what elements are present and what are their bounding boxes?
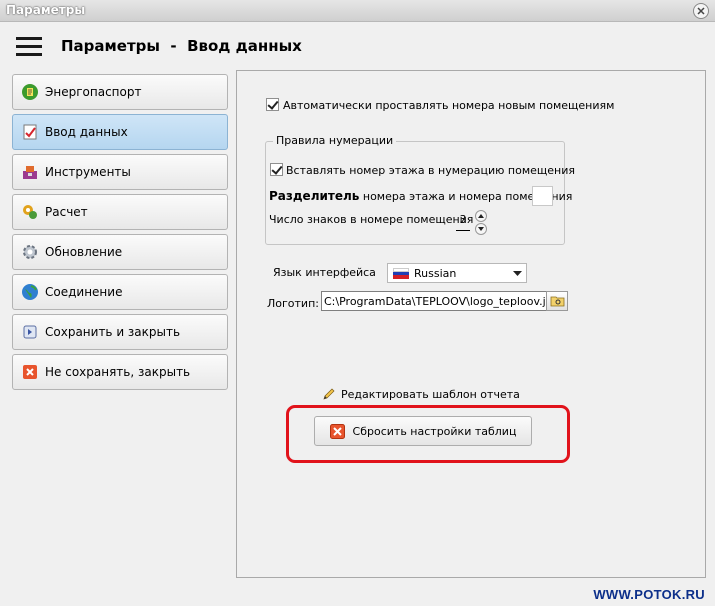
stepper-up-button[interactable] xyxy=(475,210,487,222)
calculation-icon xyxy=(23,205,37,219)
stepper-down-button[interactable] xyxy=(475,223,487,235)
reset-tables-label: Сбросить настройки таблиц xyxy=(352,424,517,438)
edit-template-link[interactable]: Редактировать шаблон отчета xyxy=(341,388,520,401)
sidebar-item-label: Соединение xyxy=(45,285,123,299)
logo-label: Логотип: xyxy=(267,297,319,310)
sidebar-item-label: Не сохранять, закрыть xyxy=(45,365,191,379)
floor-in-number-checkbox[interactable] xyxy=(270,163,283,176)
folder-icon xyxy=(550,296,564,307)
cancel-close-icon xyxy=(23,365,37,379)
numbering-rules-title: Правила нумерации xyxy=(273,134,397,147)
browse-button[interactable] xyxy=(546,291,568,311)
menu-icon[interactable] xyxy=(16,37,42,57)
header: Параметры - Ввод данных xyxy=(0,22,715,70)
settings-panel: Автоматически проставлять номера новым п… xyxy=(236,70,706,578)
sidebar-item-label: Энергопаспорт xyxy=(45,85,142,99)
auto-number-checkbox[interactable] xyxy=(266,98,279,111)
sidebar-item-connection[interactable]: Соединение xyxy=(12,274,228,310)
chevron-down-icon[interactable] xyxy=(508,264,526,282)
sidebar: Энергопаспорт Ввод данных Инструменты Ра… xyxy=(8,70,234,578)
pencil-icon xyxy=(323,388,335,400)
sidebar-item-energy-passport[interactable]: Энергопаспорт xyxy=(12,74,228,110)
close-icon xyxy=(697,7,705,15)
digits-label: Число знаков в номере помещения xyxy=(269,213,474,226)
logo-path-input[interactable]: C:\ProgramData\TEPLOOV\logo_teploov.jpg xyxy=(321,291,567,311)
separator-input[interactable] xyxy=(532,186,553,206)
globe-icon xyxy=(22,284,38,300)
title-bar: Параметры xyxy=(0,0,715,22)
sidebar-item-label: Ввод данных xyxy=(45,125,128,139)
watermark: WWW.POTOK.RU xyxy=(593,587,705,602)
separator-label-bold: Разделитель xyxy=(269,189,360,203)
language-label: Язык интерфейса xyxy=(273,266,376,279)
sidebar-item-label: Расчет xyxy=(45,205,88,219)
reset-icon xyxy=(329,423,345,439)
floor-in-number-label: Вставлять номер этажа в нумерацию помеще… xyxy=(286,164,575,177)
sidebar-item-save-close[interactable]: Сохранить и закрыть xyxy=(12,314,228,350)
sidebar-item-calculation[interactable]: Расчет xyxy=(12,194,228,230)
window-title: Параметры xyxy=(6,3,86,17)
russian-flag-icon xyxy=(393,268,409,279)
page-title: Параметры - Ввод данных xyxy=(61,37,302,55)
update-icon xyxy=(23,245,37,259)
language-select[interactable]: Russian xyxy=(387,263,527,283)
sidebar-item-data-entry[interactable]: Ввод данных xyxy=(12,114,228,150)
tools-icon xyxy=(23,166,37,179)
digits-value[interactable]: 3 xyxy=(456,210,470,231)
logo-path-value: C:\ProgramData\TEPLOOV\logo_teploov.jpg xyxy=(324,295,560,308)
reset-tables-button[interactable]: Сбросить настройки таблиц xyxy=(314,416,532,446)
save-close-icon xyxy=(23,325,37,339)
language-value: Russian xyxy=(414,267,457,280)
auto-number-label: Автоматически проставлять номера новым п… xyxy=(283,99,615,112)
sidebar-item-label: Обновление xyxy=(45,245,123,259)
separator-label: Разделитель номера этажа и номера помеще… xyxy=(269,189,572,203)
arrow-down-icon xyxy=(478,227,484,231)
sidebar-item-tools[interactable]: Инструменты xyxy=(12,154,228,190)
sidebar-item-label: Инструменты xyxy=(45,165,131,179)
data-entry-icon xyxy=(23,124,37,140)
energy-passport-icon xyxy=(22,84,38,100)
sidebar-item-cancel-close[interactable]: Не сохранять, закрыть xyxy=(12,354,228,390)
numbering-rules-group: Правила нумерации Вставлять номер этажа … xyxy=(265,134,575,245)
digits-stepper[interactable] xyxy=(475,210,487,235)
sidebar-item-label: Сохранить и закрыть xyxy=(45,325,181,339)
close-button[interactable] xyxy=(693,3,709,19)
arrow-up-icon xyxy=(478,214,484,218)
sidebar-item-update[interactable]: Обновление xyxy=(12,234,228,270)
